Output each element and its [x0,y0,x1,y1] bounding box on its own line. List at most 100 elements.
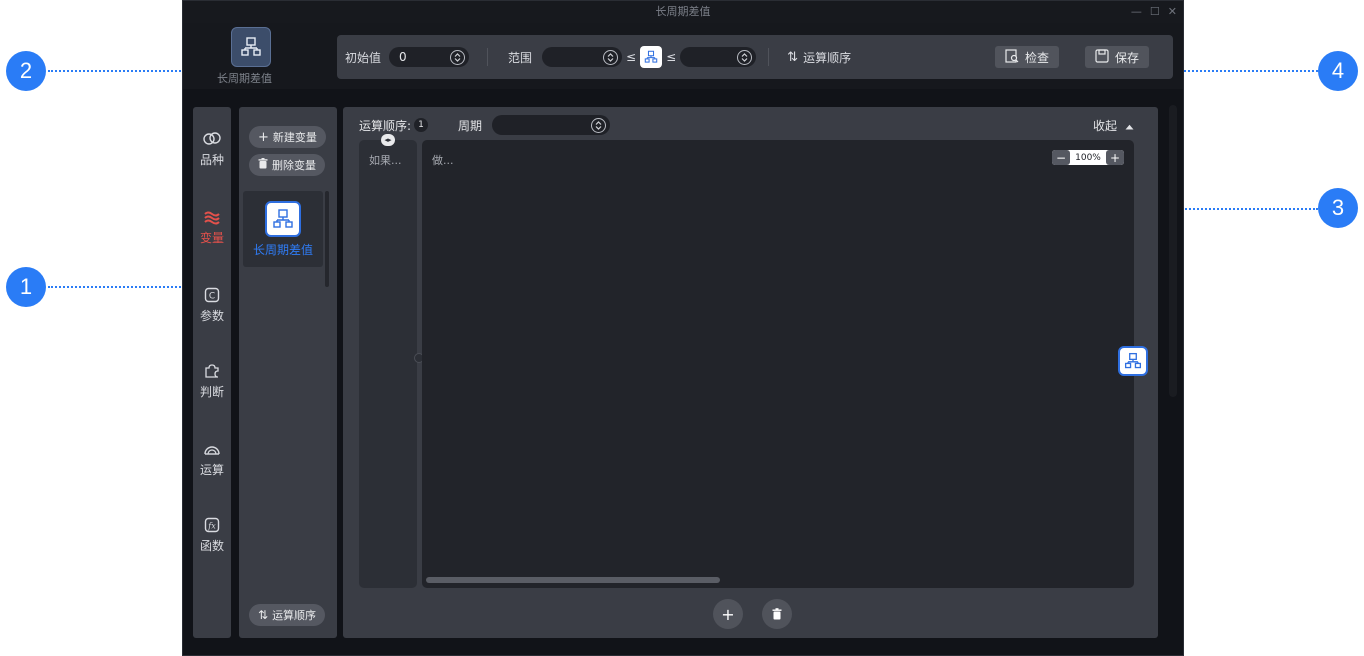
variable-list-scrollbar[interactable] [325,191,329,287]
svg-text:C: C [209,292,215,302]
zoom-out-button[interactable]: − [1052,150,1070,165]
callout-1: 1 [6,267,46,307]
callout-4: 4 [1318,51,1358,91]
if-condition-column[interactable]: ◂▸ 如果... [359,134,417,588]
flow-tree-icon [1124,352,1142,369]
spin-arrows-icon[interactable] [737,49,753,65]
coins-icon [193,129,231,149]
order-label: 运算顺序: [359,118,412,133]
left-nav: 品种 变量 C 参数 判断 运算 fx 函数 [193,107,231,638]
title-bar: 长周期差值 — ☐ ✕ [183,1,1183,23]
top-toolbar: 初始值 0 范围 ≤ ≤ ⇅ 运算顺序 检查 保存 [337,35,1173,79]
param-c-icon: C [193,285,231,305]
nav-item-judge[interactable]: 判断 [193,361,231,400]
screenshot-stage: 2 1 3 4 长周期差值 — ☐ ✕ 长周期差值 初始值 0 范围 ≤ ≤ ⇅… [0,0,1364,656]
app-window: 长周期差值 — ☐ ✕ 长周期差值 初始值 0 范围 ≤ ≤ ⇅ 运算顺序 检查… [182,0,1184,656]
period-label: 周期 [458,118,483,133]
app-header: 长周期差值 初始值 0 范围 ≤ ≤ ⇅ 运算顺序 检查 保存 [183,23,1183,89]
new-variable-label: 新建变量 [272,131,317,144]
nav-item-function[interactable]: fx 函数 [193,515,231,554]
callout-4-line [1164,70,1318,72]
sort-icon: ⇅ [258,608,269,622]
spin-arrows-icon[interactable] [591,117,607,133]
range-min-input[interactable] [542,47,623,67]
plus-icon: + [258,129,269,145]
initial-value-label: 初始值 [345,50,382,65]
range-label: 范围 [508,50,533,65]
order-badge: 1 [414,118,429,132]
do-action-canvas[interactable]: 做... − 100% + [422,140,1134,588]
canvas-horizontal-scrollbar[interactable] [426,577,720,583]
callout-4-number: 4 [1331,58,1345,83]
floating-variable-icon[interactable] [1118,346,1148,376]
less-equal-symbol: ≤ [666,50,677,64]
nav-item-operation[interactable]: 运算 [193,439,231,478]
chevron-up-icon [1125,119,1134,133]
callout-1-line [48,286,188,288]
maximize-button[interactable]: ☐ [1150,1,1160,23]
flow-tree-icon [265,201,301,237]
toolbar-divider [768,48,770,66]
new-variable-button[interactable]: + 新建变量 [249,126,326,148]
check-button[interactable]: 检查 [995,46,1060,68]
initial-value-input[interactable]: 0 [389,47,470,67]
delete-variable-label: 删除变量 [272,159,316,172]
callout-2: 2 [6,51,46,91]
order-sort-label: 运算顺序 [272,609,317,622]
check-icon [1005,48,1019,66]
nav-label: 运算 [199,463,224,477]
variable-picker-icon[interactable] [640,46,663,68]
minimize-button[interactable]: — [1131,1,1142,23]
delete-rule-button[interactable] [762,599,792,629]
variable-item-label: 长周期差值 [252,243,313,257]
spin-arrows-icon[interactable] [450,49,466,65]
if-placeholder: 如果... [369,154,402,167]
window-controls: — ☐ ✕ [1131,1,1177,23]
nav-item-variety[interactable]: 品种 [193,129,231,168]
nav-label: 函数 [199,539,224,553]
delete-variable-button[interactable]: 删除变量 [249,154,325,176]
zoom-control: − 100% + [1052,150,1124,165]
gauge-icon [193,439,231,459]
variable-item[interactable]: 长周期差值 [243,191,323,267]
window-title: 长周期差值 [655,5,711,18]
trash-icon [772,605,782,624]
callout-3-number: 3 [1331,195,1345,220]
function-icon: fx [193,515,231,535]
order-sort-label: 运算顺序 [803,50,852,65]
add-rule-button[interactable]: + [713,599,743,629]
variable-list-panel: + 新建变量 删除变量 长周期差值 ⇅ 运算顺序 [239,107,337,638]
window-vertical-scrollbar[interactable] [1169,105,1177,397]
spin-arrows-icon[interactable] [603,49,619,65]
puzzle-icon [193,361,231,381]
range-max-input[interactable] [680,47,757,67]
editor-panel: 运算顺序: 1 周期 收起 ◂▸ 如果... 做... − 100% + + [343,107,1158,638]
variable-logo-icon [231,27,271,67]
zoom-in-button[interactable]: + [1106,150,1124,165]
nav-label: 品种 [199,153,224,167]
callout-1-number: 1 [19,274,33,299]
nav-item-parameter[interactable]: C 参数 [193,285,231,324]
svg-text:fx: fx [207,522,216,531]
check-label: 检查 [1025,50,1050,65]
toolbar-divider [487,48,489,66]
order-sort-button[interactable]: ⇅ 运算顺序 [249,604,326,626]
save-label: 保存 [1115,50,1140,65]
save-button[interactable]: 保存 [1085,46,1150,68]
nav-label: 参数 [199,309,224,323]
trash-icon [258,158,268,172]
logo-label: 长周期差值 [217,72,272,85]
sort-icon: ⇅ [787,49,799,65]
collapse-button[interactable]: 收起 [1093,117,1134,134]
zoom-level: 100% [1075,152,1101,163]
nav-item-variable[interactable]: 变量 [193,207,231,246]
initial-value-text: 0 [399,50,407,64]
resize-handle-icon[interactable]: ◂▸ [381,134,395,146]
callout-3: 3 [1318,188,1358,228]
less-equal-symbol: ≤ [626,50,637,64]
period-select[interactable] [492,115,611,135]
order-sort-button[interactable]: ⇅ 运算顺序 [787,49,851,66]
close-button[interactable]: ✕ [1168,1,1177,23]
nav-label: 变量 [199,231,224,245]
callout-2-number: 2 [19,58,33,83]
